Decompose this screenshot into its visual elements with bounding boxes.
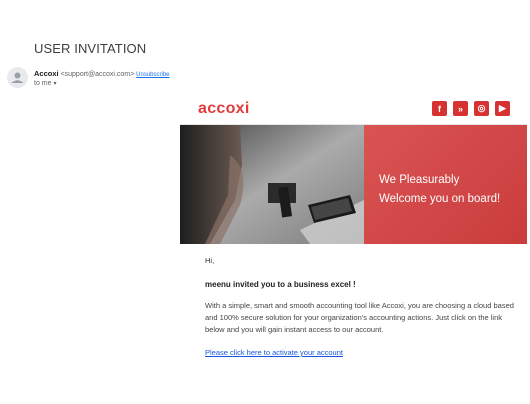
welcome-line-2: Welcome you on board! (379, 193, 501, 205)
welcome-panel: We Pleasurably Welcome you on board! (364, 125, 527, 244)
banner-photo (180, 125, 364, 244)
welcome-banner: We Pleasurably Welcome you on board! (180, 125, 527, 244)
greeting: Hi, (205, 256, 215, 265)
facebook-icon[interactable]: f (432, 101, 447, 116)
welcome-text: We Pleasurably Welcome you on board! (379, 171, 500, 209)
welcome-line-1: We Pleasurably (379, 174, 460, 186)
activate-account-link[interactable]: Please click here to activate your accou… (205, 348, 343, 357)
instagram-icon[interactable]: ◎ (474, 101, 489, 116)
recipient-details-toggle[interactable]: to me ▾ (34, 80, 57, 87)
to-label: to me (34, 80, 52, 87)
avatar-icon (7, 67, 28, 88)
invite-line: meenu invited you to a business excel ! (205, 280, 356, 289)
sender-line: Accoxi <support@accoxi.com> Unsubscribe (34, 69, 170, 78)
intro-paragraph: With a simple, smart and smooth accounti… (205, 301, 514, 334)
newsletter-header: accoxi f » ◎ ▶ (180, 94, 527, 124)
email-subject: USER INVITATION (34, 41, 147, 56)
accoxi-logo[interactable]: accoxi (198, 100, 250, 118)
youtube-icon[interactable]: ▶ (495, 101, 510, 116)
twitter-icon[interactable]: » (453, 101, 468, 116)
unsubscribe-link[interactable]: Unsubscribe (136, 72, 169, 78)
caret-down-icon: ▾ (53, 81, 57, 87)
sender-email: <support@accoxi.com> (60, 71, 135, 78)
social-links: f » ◎ ▶ (432, 101, 510, 116)
sender-name[interactable]: Accoxi (34, 69, 59, 78)
